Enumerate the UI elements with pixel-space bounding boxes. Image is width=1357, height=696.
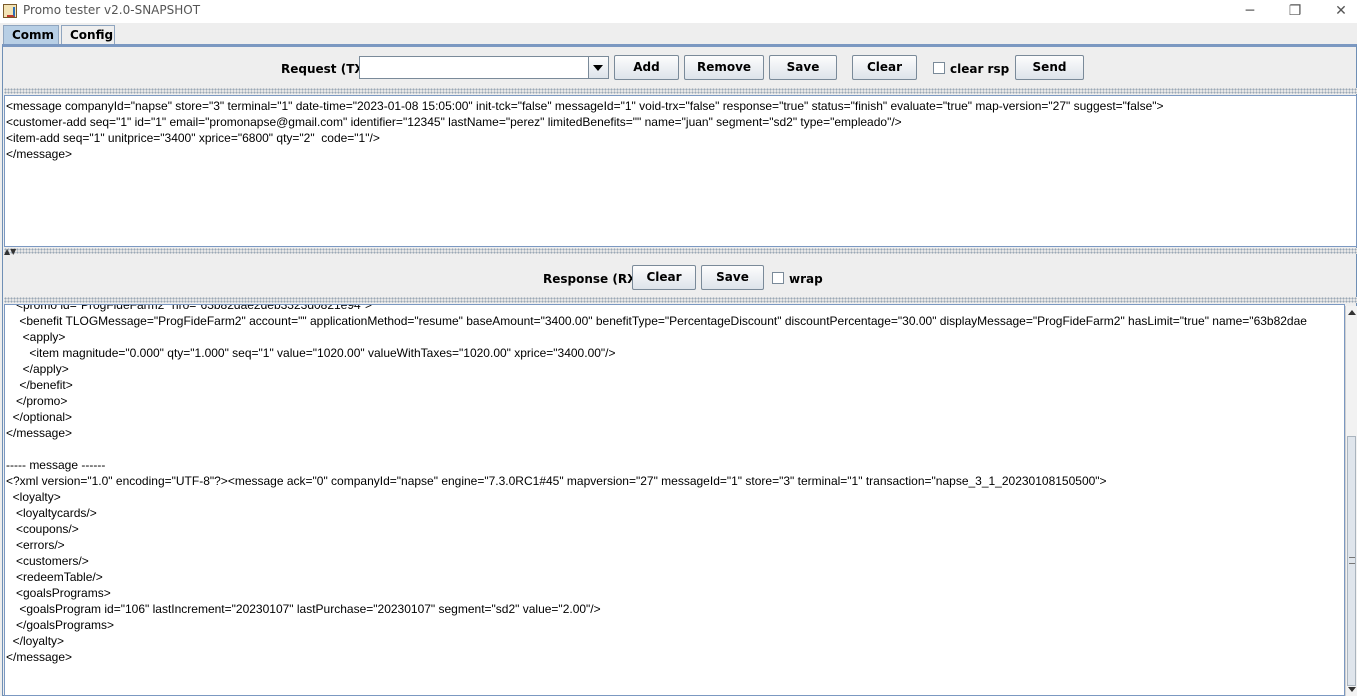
send-button[interactable]: Send	[1015, 55, 1084, 80]
grip-icon	[1349, 557, 1355, 564]
save-response-button[interactable]: Save	[701, 265, 764, 290]
save-request-button[interactable]: Save	[769, 55, 837, 80]
scroll-thumb[interactable]	[1347, 436, 1356, 686]
clear-rsp-checkbox[interactable]	[933, 62, 945, 74]
split-divider[interactable]	[4, 248, 1357, 254]
wrap-label: wrap	[789, 272, 823, 286]
chevron-down-icon[interactable]	[588, 57, 608, 78]
minimize-icon[interactable]: ─	[1227, 0, 1273, 23]
clear-rsp-label: clear rsp	[950, 62, 1010, 76]
tab-strip: Comm Config	[0, 23, 1357, 45]
close-icon[interactable]: ✕	[1318, 0, 1357, 23]
split-divider-bottom[interactable]	[4, 297, 1357, 303]
clear-request-button[interactable]: Clear	[852, 55, 917, 80]
tab-config[interactable]: Config	[61, 25, 115, 44]
request-xml-text[interactable]: <message companyId="napse" store="3" ter…	[5, 96, 1356, 162]
request-template-combo[interactable]	[359, 56, 609, 79]
tab-comm[interactable]: Comm	[3, 25, 59, 44]
request-label: Request (TX)	[281, 62, 370, 76]
scroll-up-icon[interactable]	[1348, 310, 1356, 315]
request-textarea[interactable]: <message companyId="napse" store="3" ter…	[4, 95, 1357, 247]
split-arrows-icon[interactable]: ▲▼	[4, 247, 28, 256]
wrap-checkbox[interactable]	[772, 272, 784, 284]
response-vertical-scrollbar[interactable]	[1345, 306, 1357, 696]
clear-response-button[interactable]: Clear	[632, 265, 696, 290]
maximize-icon[interactable]: ❐	[1272, 0, 1318, 23]
response-label: Response (RX)	[543, 272, 642, 286]
request-toolbar	[4, 48, 1356, 88]
title-bar: Promo tester v2.0-SNAPSHOT ─ ❐ ✕	[0, 0, 1357, 23]
response-textarea[interactable]: <promo id="ProgFideFarm2" nro="63b82dae2…	[4, 304, 1345, 696]
window-title: Promo tester v2.0-SNAPSHOT	[23, 3, 201, 17]
java-app-icon	[3, 4, 17, 18]
add-button[interactable]: Add	[614, 55, 679, 80]
scroll-down-icon[interactable]	[1348, 687, 1356, 692]
response-xml-text[interactable]: <promo id="ProgFideFarm2" nro="63b82dae2…	[5, 305, 1344, 665]
remove-button[interactable]: Remove	[684, 55, 764, 80]
split-divider-top[interactable]	[4, 88, 1357, 94]
